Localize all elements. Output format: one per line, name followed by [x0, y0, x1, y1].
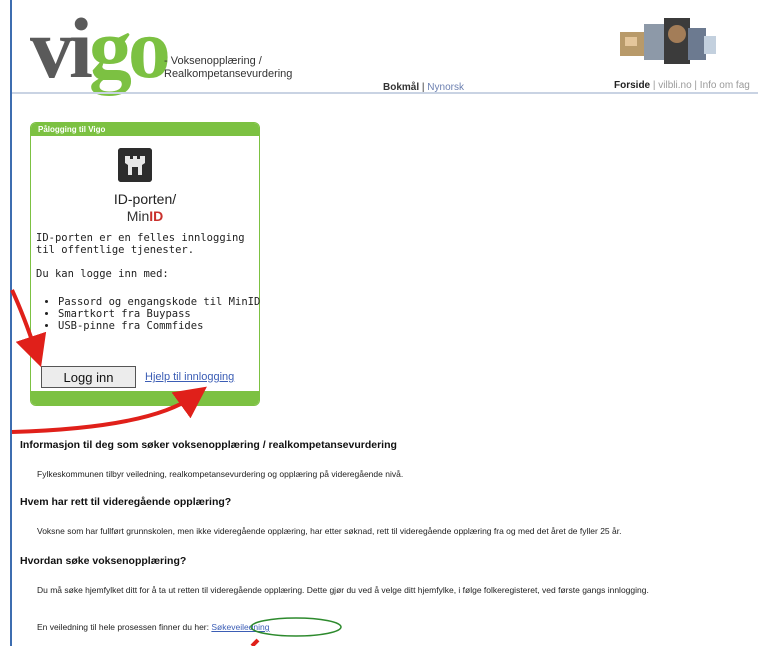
nav-vilbli-link[interactable]: vilbli.no: [658, 80, 691, 91]
login-options-heading: Du kan logge inn med:: [36, 268, 169, 280]
login-methods-list: Passord og engangskode til MinID Smartko…: [36, 296, 260, 332]
guide-link[interactable]: Søkeveiledning: [211, 622, 269, 633]
header-photos-image: [620, 18, 716, 64]
list-item: Smartkort fra Buypass: [58, 308, 260, 320]
login-description: ID-porten er en felles innlogging til of…: [36, 232, 245, 256]
header-divider: [12, 92, 758, 94]
idporten-tower-icon: [118, 148, 152, 182]
apply-text: Du må søke hjemfylket ditt for å ta ut r…: [37, 585, 649, 595]
left-border: [10, 0, 12, 646]
login-panel-title: Pålogging til Vigo: [31, 123, 259, 136]
nav-home-link[interactable]: Forside: [614, 80, 650, 91]
annotation-arrow: [250, 638, 260, 646]
idporten-title: ID-porten/ MinID: [113, 191, 177, 224]
site-tagline: - Voksenopplæring / Realkompetansevurder…: [164, 55, 292, 81]
tagline-line2: Realkompetansevurdering: [164, 68, 293, 80]
login-button[interactable]: Logg inn: [41, 366, 136, 388]
info-text: Fylkeskommunen tilbyr veiledning, realko…: [37, 469, 404, 479]
info-heading: Informasjon til deg som søker voksenoppl…: [20, 439, 397, 451]
guide-prefix: En veiledning til hele prosessen finner …: [37, 622, 209, 632]
vigo-logo[interactable]: vigo: [30, 5, 171, 91]
login-help-link[interactable]: Hjelp til innlogging: [145, 371, 234, 383]
tagline-line1: - Voksenopplæring /: [164, 55, 262, 67]
nav-info-link[interactable]: Info om fag: [700, 80, 750, 91]
list-item: Passord og engangskode til MinID: [58, 296, 260, 308]
guide-line: En veiledning til hele prosessen finner …: [37, 622, 270, 633]
list-item: USB-pinne fra Commfides: [58, 320, 260, 332]
apply-heading: Hvordan søke voksenopplæring?: [20, 555, 187, 567]
eligibility-text: Voksne som har fullført grunnskolen, men…: [37, 526, 622, 536]
login-panel-footer: [31, 391, 259, 405]
eligibility-heading: Hvem har rett til videregående opplæring…: [20, 496, 232, 508]
top-nav: Forside | vilbli.no | Info om fag: [614, 80, 750, 91]
